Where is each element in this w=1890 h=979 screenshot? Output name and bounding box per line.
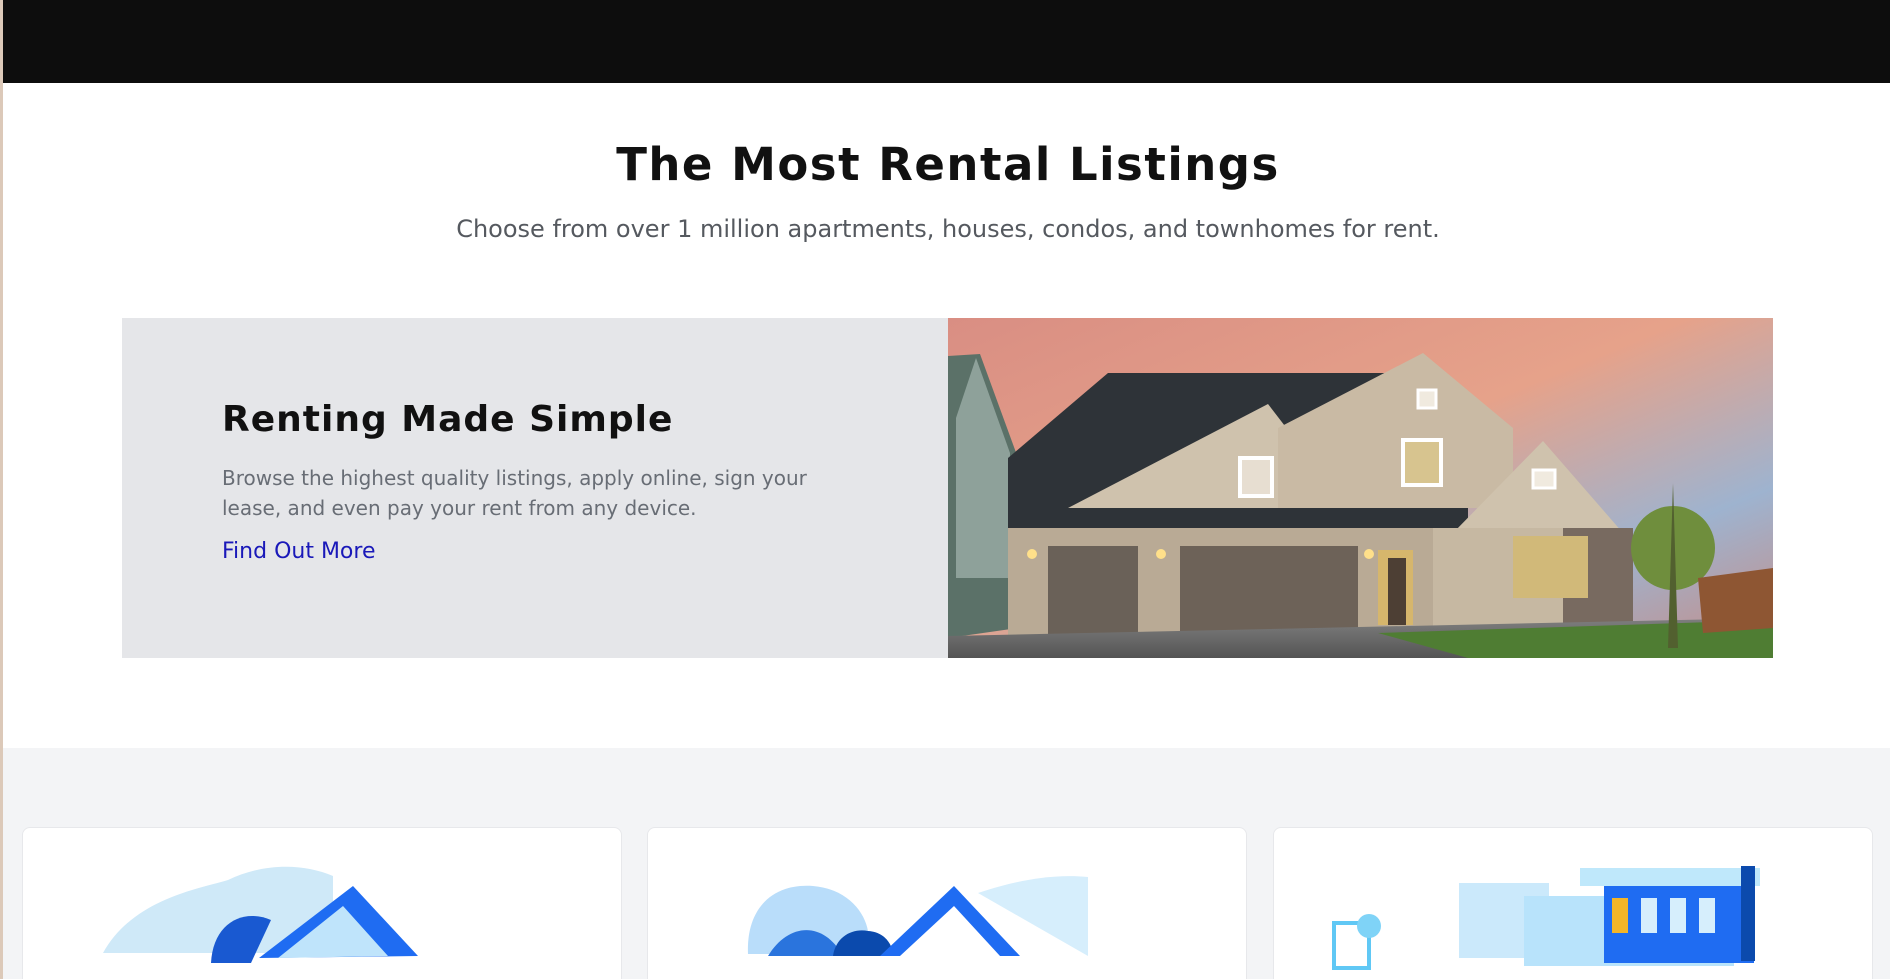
feature-copy: Renting Made Simple Browse the highest q…: [222, 398, 842, 564]
feature-description: Browse the highest quality listings, app…: [222, 466, 807, 521]
find-out-more-link[interactable]: Find Out More: [222, 539, 375, 564]
illustration-card-section: [3, 748, 1890, 979]
top-navigation-bar: [3, 0, 1890, 83]
page-subtitle: Choose from over 1 million apartments, h…: [456, 215, 1440, 243]
apartment-illustration-card[interactable]: [1273, 827, 1873, 979]
home-illustration-icon: [747, 876, 1088, 956]
house-illustration-icon: [103, 866, 418, 963]
feature-title: Renting Made Simple: [222, 399, 674, 440]
page-title: The Most Rental Listings: [616, 138, 1280, 191]
apartment-illustration-icon: [1332, 866, 1760, 970]
house-illustration-card[interactable]: [22, 827, 622, 979]
renting-made-simple-card: Renting Made Simple Browse the highest q…: [122, 318, 1773, 658]
page: The Most Rental Listings Choose from ove…: [3, 0, 1890, 979]
home-illustration-card[interactable]: [647, 827, 1247, 979]
house-photo: [948, 318, 1773, 658]
